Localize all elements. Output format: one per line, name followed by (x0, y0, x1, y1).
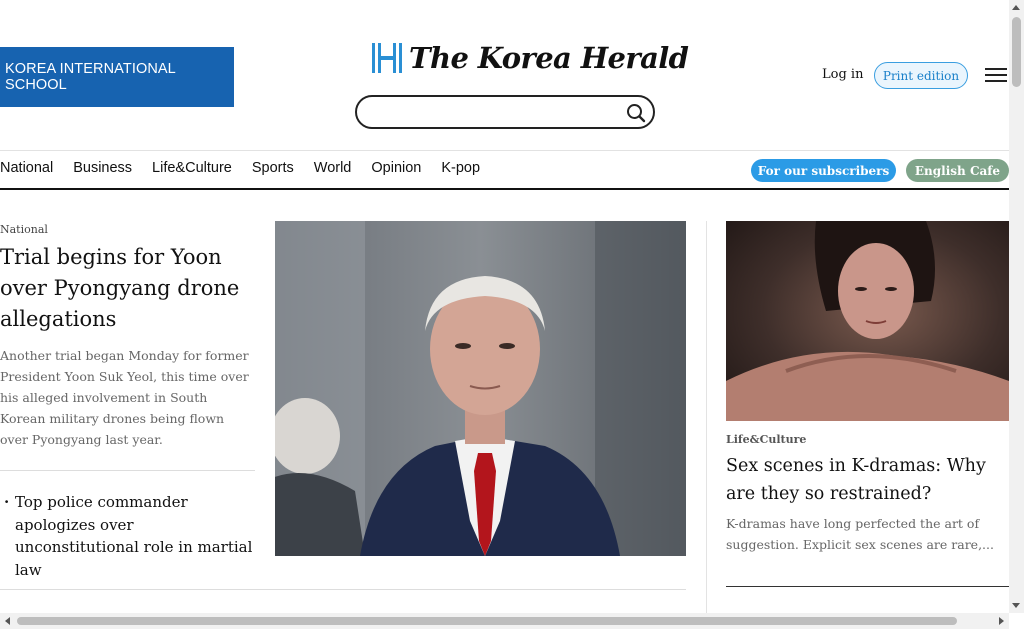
herald-h-logo-icon (371, 42, 403, 74)
search-input[interactable] (371, 97, 626, 127)
for-subscribers-button[interactable]: For our subscribers (751, 159, 896, 182)
site-logo[interactable]: The Korea Herald (371, 40, 689, 76)
horizontal-scroll-thumb[interactable] (17, 617, 957, 625)
nav-item-world[interactable]: World (314, 160, 352, 182)
english-cafe-button[interactable]: English Cafe (906, 159, 1009, 182)
news-photo-icon (275, 221, 686, 556)
lead-headline[interactable]: Trial begins for Yoon over Pyongyang dro… (0, 242, 250, 335)
nav-item-kpop[interactable]: K-pop (441, 160, 480, 182)
ad-banner[interactable]: KOREA INTERNATIONAL SCHOOL (0, 47, 234, 107)
nav-divider (0, 188, 1009, 190)
lead-divider (0, 470, 255, 471)
lead-summary: Another trial began Monday for former Pr… (0, 348, 249, 447)
nav-item-sports[interactable]: Sports (252, 160, 294, 182)
drama-still-icon (726, 221, 1009, 421)
side-headline[interactable]: Sex scenes in K-dramas: Why are they so … (726, 452, 1009, 508)
main-nav: National Business Life&Culture Sports Wo… (0, 160, 500, 182)
related-headline[interactable]: Top police commander apologizes over unc… (0, 491, 255, 581)
side-photo[interactable] (726, 221, 1009, 421)
nav-item-business[interactable]: Business (73, 160, 132, 182)
horizontal-scrollbar[interactable] (0, 613, 1009, 629)
scroll-up-arrow-icon[interactable] (1012, 5, 1020, 10)
lead-kicker[interactable]: National (0, 223, 48, 236)
side-summary: K-dramas have long perfected the art of … (726, 516, 994, 552)
nav-item-opinion[interactable]: Opinion (371, 160, 421, 182)
logo-wordmark: The Korea Herald (409, 41, 689, 75)
print-edition-button[interactable]: Print edition (874, 62, 968, 89)
nav-item-life-culture[interactable]: Life&Culture (152, 160, 232, 182)
ad-banner-text: KOREA INTERNATIONAL SCHOOL (5, 61, 176, 93)
login-link[interactable]: Log in (822, 67, 863, 82)
side-divider (726, 586, 1009, 587)
section-bottom-divider (0, 589, 686, 590)
scroll-left-arrow-icon[interactable] (5, 617, 10, 625)
search-icon[interactable] (626, 103, 646, 123)
column-divider (706, 221, 707, 621)
side-kicker[interactable]: Life&Culture (726, 433, 806, 446)
search-box[interactable] (355, 95, 655, 129)
nav-item-national[interactable]: National (0, 160, 53, 182)
header-divider (0, 150, 1009, 151)
vertical-scroll-thumb[interactable] (1012, 17, 1021, 87)
scroll-right-arrow-icon[interactable] (999, 617, 1004, 625)
hamburger-menu-icon[interactable] (985, 68, 1007, 84)
lead-photo[interactable] (275, 221, 686, 556)
vertical-scrollbar[interactable] (1009, 0, 1024, 613)
scroll-down-arrow-icon[interactable] (1012, 603, 1020, 608)
